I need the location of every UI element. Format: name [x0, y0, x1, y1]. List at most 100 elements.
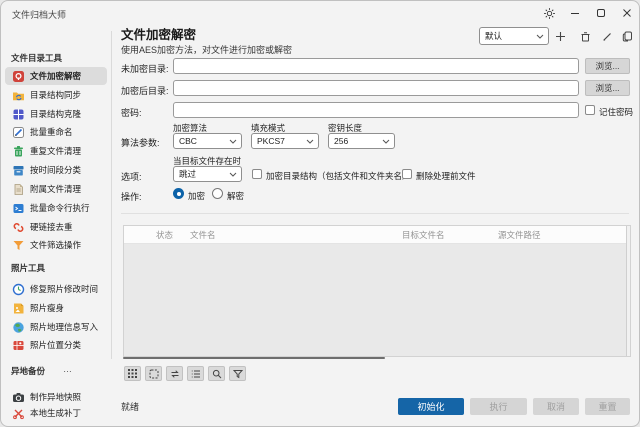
table-header-select [124, 226, 150, 243]
reset-button[interactable]: 重置 [585, 398, 630, 415]
sidebar-item-local-patch[interactable]: 本地生成补丁 [5, 404, 107, 422]
remember-password-checkbox[interactable] [585, 105, 595, 115]
maximize-button[interactable] [594, 6, 608, 20]
scissors-icon [12, 407, 25, 420]
options-label: 选项: [121, 170, 142, 183]
horizontal-scrollbar-thumb[interactable] [123, 357, 385, 359]
minimize-button[interactable] [568, 6, 582, 20]
encrypt-radio-label: 加密 [188, 190, 205, 202]
cancel-button[interactable]: 取消 [533, 398, 579, 415]
encrypt-radio[interactable] [173, 188, 184, 199]
sidebar-item-attach-clean[interactable]: 附属文件清理 [5, 180, 107, 198]
add-preset-button[interactable] [552, 28, 568, 44]
keylen-select[interactable]: 256 [328, 133, 395, 149]
table-header-target-filename: 目标文件名 [396, 226, 492, 243]
source-browse-button[interactable]: 浏览... [585, 58, 630, 74]
sidebar-item-label: 本地生成补丁 [30, 407, 81, 419]
exist-select[interactable]: 跳过 [173, 166, 242, 182]
execute-button[interactable]: 执行 [470, 398, 527, 415]
sidebar-item-label: 批量命令行执行 [30, 202, 90, 214]
sidebar-divider [111, 31, 112, 359]
section-divider [121, 213, 629, 214]
password-input[interactable] [173, 102, 579, 118]
map-icon [12, 339, 25, 352]
page-subtitle: 使用AES加密方法，对文件进行加密或解密 [121, 43, 292, 56]
table-header-status: 状态 [150, 226, 184, 243]
edit-preset-button[interactable] [599, 28, 615, 44]
close-button[interactable] [620, 6, 634, 20]
list-view-button[interactable] [187, 366, 204, 381]
sidebar-item-photo-slim[interactable]: 照片瘦身 [5, 299, 107, 317]
preset-select[interactable]: 默认 [479, 27, 549, 45]
sidebar-item-dup-clean[interactable]: 重复文件清理 [5, 142, 107, 160]
sidebar-item-label: 文件筛选操作 [30, 239, 81, 251]
delete-source-checkbox[interactable] [402, 169, 412, 179]
backup-more-button[interactable]: … [63, 364, 73, 374]
sidebar-section-offsite-backup: 异地备份 [11, 365, 45, 377]
camera-icon [12, 391, 25, 404]
trash-green-icon [12, 145, 25, 158]
padding-value: PKCS7 [257, 136, 285, 146]
source-dir-input[interactable] [173, 58, 579, 74]
app-window: 文件归档大师 文件目录工具 文件加密解密 目录结构同步 目录结构克隆 [0, 0, 640, 427]
encrypt-names-checkbox[interactable] [252, 169, 262, 179]
results-table[interactable]: 状态 文件名 目标文件名 源文件路径 [123, 225, 631, 357]
sidebar-item-file-filter[interactable]: 文件筛选操作 [5, 236, 107, 254]
sidebar-item-label: 照片瘦身 [30, 302, 64, 314]
target-browse-button[interactable]: 浏览... [585, 80, 630, 96]
sidebar-item-photo-geo[interactable]: 照片地理信息写入 [5, 318, 107, 336]
archive-box-icon [12, 164, 25, 177]
select-all-button[interactable] [124, 366, 141, 381]
initialize-button[interactable]: 初始化 [398, 398, 464, 415]
deselect-button[interactable] [145, 366, 162, 381]
sidebar-item-label: 制作异地快照 [30, 391, 81, 403]
invert-selection-button[interactable] [166, 366, 183, 381]
table-header-source-path: 源文件路径 [492, 226, 626, 243]
folder-sync-icon [12, 89, 25, 102]
decrypt-radio-label: 解密 [227, 190, 244, 202]
sidebar-item-dir-sync[interactable]: 目录结构同步 [5, 86, 107, 104]
sidebar-item-label: 照片地理信息写入 [30, 321, 98, 333]
rename-pencil-icon [12, 126, 25, 139]
status-text: 就绪 [121, 400, 139, 413]
document-icon [12, 183, 25, 196]
sidebar-item-batch-cmd[interactable]: 批量命令行执行 [5, 199, 107, 217]
filter-button[interactable] [229, 366, 246, 381]
source-dir-label: 未加密目录: [121, 62, 169, 75]
sidebar-item-label: 按时间段分类 [30, 164, 81, 176]
algorithm-select[interactable]: CBC [173, 133, 242, 149]
algorithm-value: CBC [179, 136, 197, 146]
sidebar-item-file-encrypt[interactable]: 文件加密解密 [5, 67, 107, 85]
sidebar-item-time-classify[interactable]: 按时间段分类 [5, 161, 107, 179]
delete-source-label: 删除处理前文件 [416, 170, 476, 182]
padding-select[interactable]: PKCS7 [251, 133, 319, 149]
sidebar-item-label: 附属文件清理 [30, 183, 81, 195]
sidebar-item-label: 文件加密解密 [30, 70, 81, 82]
sidebar-item-dir-clone[interactable]: 目录结构克隆 [5, 105, 107, 123]
window-title: 文件归档大师 [12, 8, 66, 21]
globe-icon [12, 321, 25, 334]
target-dir-input[interactable] [173, 80, 579, 96]
encrypt-names-label: 加密目录结构（包括文件和文件夹名） [266, 170, 411, 182]
sidebar-item-label: 目录结构同步 [30, 89, 81, 101]
sidebar-item-batch-rename[interactable]: 批量重命名 [5, 123, 107, 141]
operation-label: 操作: [121, 190, 142, 203]
sidebar-item-label: 目录结构克隆 [30, 108, 81, 120]
page-title: 文件加密解密 [121, 24, 196, 43]
vertical-scrollbar[interactable] [626, 226, 630, 356]
delete-preset-button[interactable] [577, 28, 593, 44]
exist-value: 跳过 [179, 168, 196, 180]
sidebar-item-photo-location[interactable]: 照片位置分类 [5, 336, 107, 354]
decrypt-radio[interactable] [212, 188, 223, 199]
duplicate-preset-button[interactable] [619, 28, 635, 44]
clone-grid-icon [12, 108, 25, 121]
sidebar-item-hardlink-dedup[interactable]: 硬链接去重 [5, 218, 107, 236]
preset-value: 默认 [485, 30, 502, 42]
sidebar-item-label: 批量重命名 [30, 126, 73, 138]
titlebar: 文件归档大师 [1, 1, 639, 25]
theme-toggle-icon[interactable] [542, 6, 556, 20]
sidebar-section-photo-tools: 照片工具 [11, 262, 45, 274]
sidebar-item-fix-photo-time[interactable]: 修复照片修改时间 [5, 280, 107, 298]
search-button[interactable] [208, 366, 225, 381]
table-header-filename: 文件名 [184, 226, 396, 243]
